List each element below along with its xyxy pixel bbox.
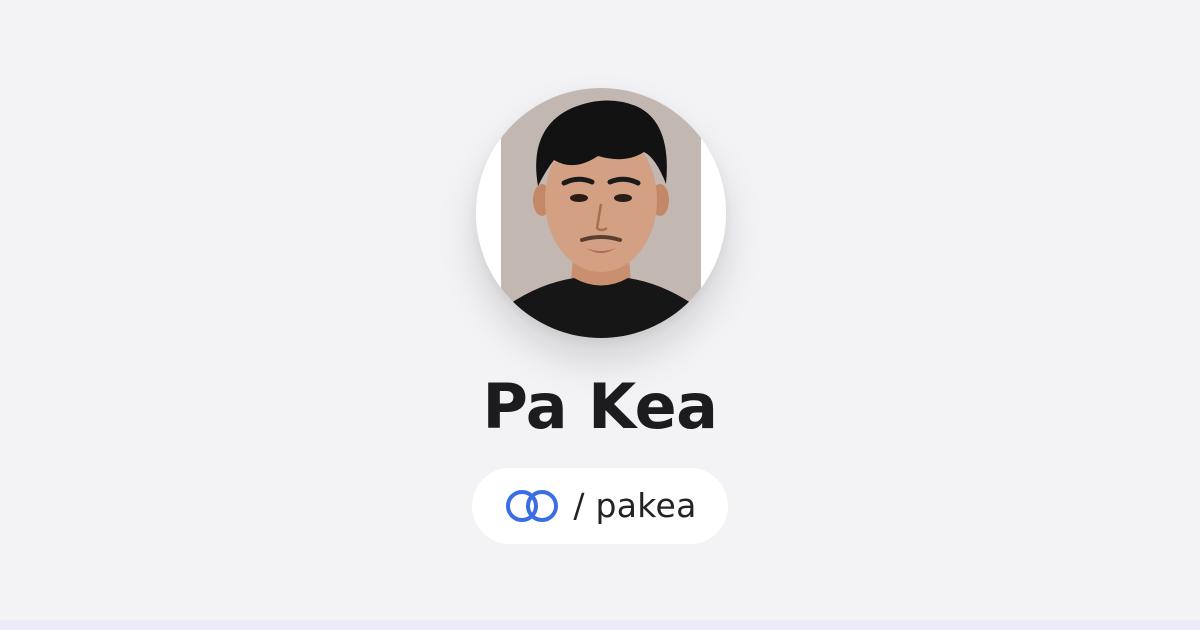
linked-rings-icon bbox=[503, 486, 561, 526]
avatar bbox=[476, 88, 726, 338]
profile-name: Pa Kea bbox=[482, 370, 718, 443]
profile-photo bbox=[476, 88, 726, 338]
profile-handle-link[interactable]: / pakea bbox=[472, 468, 728, 544]
profile-card: Pa Kea / pakea bbox=[0, 0, 1200, 630]
footer-strip bbox=[0, 620, 1200, 630]
profile-handle: / pakea bbox=[573, 485, 697, 525]
